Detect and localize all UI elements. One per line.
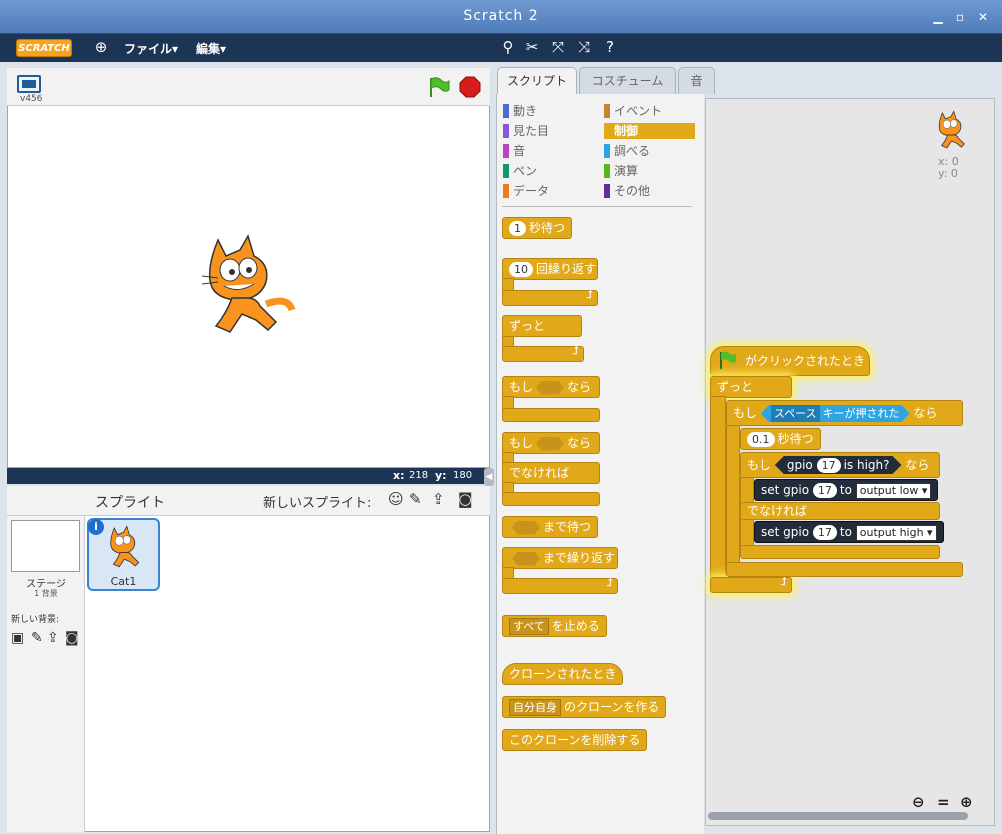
when-clone-starts-block[interactable]: クローンされたとき bbox=[502, 663, 624, 685]
window-title: Scratch 2 bbox=[463, 8, 539, 24]
stage-column: ステージ 1 背景 新しい背景: ▣ ✎ ⇪ ◙ bbox=[7, 516, 85, 832]
duplicate-icon[interactable]: ⚲ bbox=[499, 38, 517, 56]
maximize-button[interactable]: ▫ bbox=[952, 9, 968, 25]
if-gpio-high-block[interactable]: もし gpio 17 is high? なら bbox=[740, 452, 940, 478]
category-operators[interactable]: 演算 bbox=[604, 163, 694, 179]
cat-sprite-on-stage[interactable] bbox=[196, 230, 296, 340]
file-menu[interactable]: ファイル▾ bbox=[124, 40, 178, 57]
cat-thumbnail-icon bbox=[110, 525, 140, 568]
tab-scripts[interactable]: スクリプト bbox=[497, 67, 577, 95]
grow-icon[interactable]: ⤧ bbox=[549, 38, 567, 56]
y-label: y: bbox=[435, 469, 447, 482]
category-events[interactable]: イベント bbox=[604, 103, 694, 119]
stage-thumbnail[interactable] bbox=[11, 520, 80, 572]
upload-icon[interactable]: ⇪ bbox=[432, 490, 445, 508]
repeat-until-block[interactable]: まで繰り返す bbox=[502, 547, 618, 569]
stage-backdrop-count: 1 背景 bbox=[34, 589, 58, 598]
category-sensing[interactable]: 調べる bbox=[604, 143, 694, 159]
sprites-title: スプライト bbox=[95, 495, 165, 511]
if-key-pressed-block[interactable]: もし スペース キーが押された なら bbox=[726, 400, 963, 426]
if-else-block[interactable]: もし なら bbox=[502, 432, 600, 454]
wait-script-block[interactable]: 0.1 秒待つ bbox=[740, 428, 821, 450]
delete-scissors-icon[interactable]: ✂ bbox=[523, 38, 541, 56]
sprite-y: y: 0 bbox=[938, 167, 958, 180]
category-more-blocks[interactable]: その他 bbox=[604, 183, 694, 199]
title-bar: Scratch 2 ▁ ▫ ✕ bbox=[0, 0, 1002, 34]
fullscreen-icon[interactable] bbox=[17, 75, 41, 93]
if-key-arm bbox=[726, 425, 740, 565]
backdrop-library-icon[interactable]: ▣ bbox=[11, 630, 24, 646]
collapse-stage-handle[interactable]: ◀ bbox=[484, 468, 494, 486]
y-value: 180 bbox=[453, 470, 473, 481]
forever-script-bottom: ⮥ bbox=[710, 575, 792, 593]
if-else-block-bottom bbox=[502, 492, 600, 506]
wait-until-block[interactable]: まで待つ bbox=[502, 516, 599, 538]
backdrop-upload-icon[interactable]: ⇪ bbox=[47, 630, 59, 646]
repeat-block[interactable]: 10 回繰り返す bbox=[502, 258, 598, 280]
close-button[interactable]: ✕ bbox=[975, 9, 991, 25]
shrink-icon[interactable]: ⤨ bbox=[575, 38, 593, 56]
repeat-until-block-bottom: ⮥ bbox=[502, 576, 618, 594]
zoom-in-icon[interactable]: ⊕ bbox=[960, 793, 973, 811]
set-gpio-low-block[interactable]: set gpio 17 to output low ▾ bbox=[754, 479, 939, 501]
globe-icon[interactable]: ⊕ bbox=[92, 38, 110, 56]
forever-block[interactable]: ずっと bbox=[502, 315, 582, 337]
camera-icon[interactable]: ◙ bbox=[458, 490, 473, 508]
else-label: でなければ bbox=[502, 462, 600, 484]
if-block[interactable]: もし なら bbox=[502, 376, 600, 398]
sprite-thumbnail-cat1[interactable]: i Cat1 bbox=[87, 518, 160, 591]
backdrop-paint-icon[interactable]: ✎ bbox=[31, 630, 43, 646]
stage-header: v456 bbox=[7, 68, 490, 106]
new-backdrop-label: 新しい背景: bbox=[11, 615, 60, 625]
hat-green-flag-icon bbox=[720, 351, 736, 369]
scratch-logo[interactable]: SCRATCH bbox=[16, 39, 72, 57]
zoom-reset-icon[interactable]: = bbox=[937, 793, 950, 811]
sprite-library-icon[interactable]: ☺ bbox=[388, 490, 404, 508]
repeat-block-bottom: ⮥ bbox=[502, 288, 598, 306]
category-motion[interactable]: 動き bbox=[503, 103, 593, 119]
x-value: 218 bbox=[409, 470, 429, 481]
sprite-name: Cat1 bbox=[110, 575, 137, 588]
info-icon[interactable]: i bbox=[88, 519, 104, 535]
palette-divider bbox=[502, 206, 692, 207]
if-key-bottom bbox=[726, 562, 963, 577]
forever-script-arm bbox=[710, 396, 726, 578]
version-label: v456 bbox=[20, 94, 43, 104]
forever-script-block[interactable]: ずっと bbox=[710, 376, 792, 398]
paint-brush-icon[interactable]: ✎ bbox=[409, 490, 422, 508]
tab-costumes[interactable]: コスチューム bbox=[579, 67, 676, 94]
category-data[interactable]: データ bbox=[503, 183, 593, 199]
forever-block-bottom: ⮥ bbox=[502, 344, 584, 362]
set-gpio-high-block[interactable]: set gpio 17 to output high ▾ bbox=[754, 521, 944, 543]
sprite-pane-header: スプライト 新しいスプライト: ☺ ✎ ⇪ ◙ bbox=[7, 486, 490, 516]
stop-block[interactable]: すべて を止める bbox=[502, 615, 607, 637]
category-sound[interactable]: 音 bbox=[503, 143, 593, 159]
x-label: x: bbox=[393, 469, 405, 482]
horizontal-scrollbar[interactable] bbox=[708, 812, 968, 820]
category-looks[interactable]: 見た目 bbox=[503, 123, 593, 139]
if-block-bottom bbox=[502, 408, 600, 422]
wait-block[interactable]: 1 秒待つ bbox=[502, 217, 573, 239]
green-flag-icon[interactable] bbox=[427, 76, 451, 98]
new-sprite-label: 新しいスプライト: bbox=[263, 496, 372, 511]
delete-clone-block[interactable]: このクローンを削除する bbox=[502, 729, 648, 751]
if-gpio-bottom bbox=[740, 545, 940, 559]
help-icon[interactable]: ? bbox=[601, 38, 619, 56]
minimize-button[interactable]: ▁ bbox=[930, 9, 946, 25]
create-clone-block[interactable]: 自分自身 のクローンを作る bbox=[502, 696, 667, 718]
edit-menu[interactable]: 編集▾ bbox=[196, 40, 226, 57]
zoom-out-icon[interactable]: ⊖ bbox=[912, 793, 925, 811]
tab-sounds[interactable]: 音 bbox=[678, 67, 715, 94]
else-script-label: でなければ bbox=[740, 502, 940, 520]
category-control[interactable]: 制御 bbox=[604, 123, 695, 139]
current-sprite-icon bbox=[938, 110, 965, 149]
backdrop-camera-icon[interactable]: ◙ bbox=[65, 630, 79, 646]
stop-icon[interactable] bbox=[459, 76, 481, 98]
stage-coordinates-bar: x: 218 y: 180 bbox=[7, 468, 490, 484]
category-pen[interactable]: ペン bbox=[503, 163, 593, 179]
